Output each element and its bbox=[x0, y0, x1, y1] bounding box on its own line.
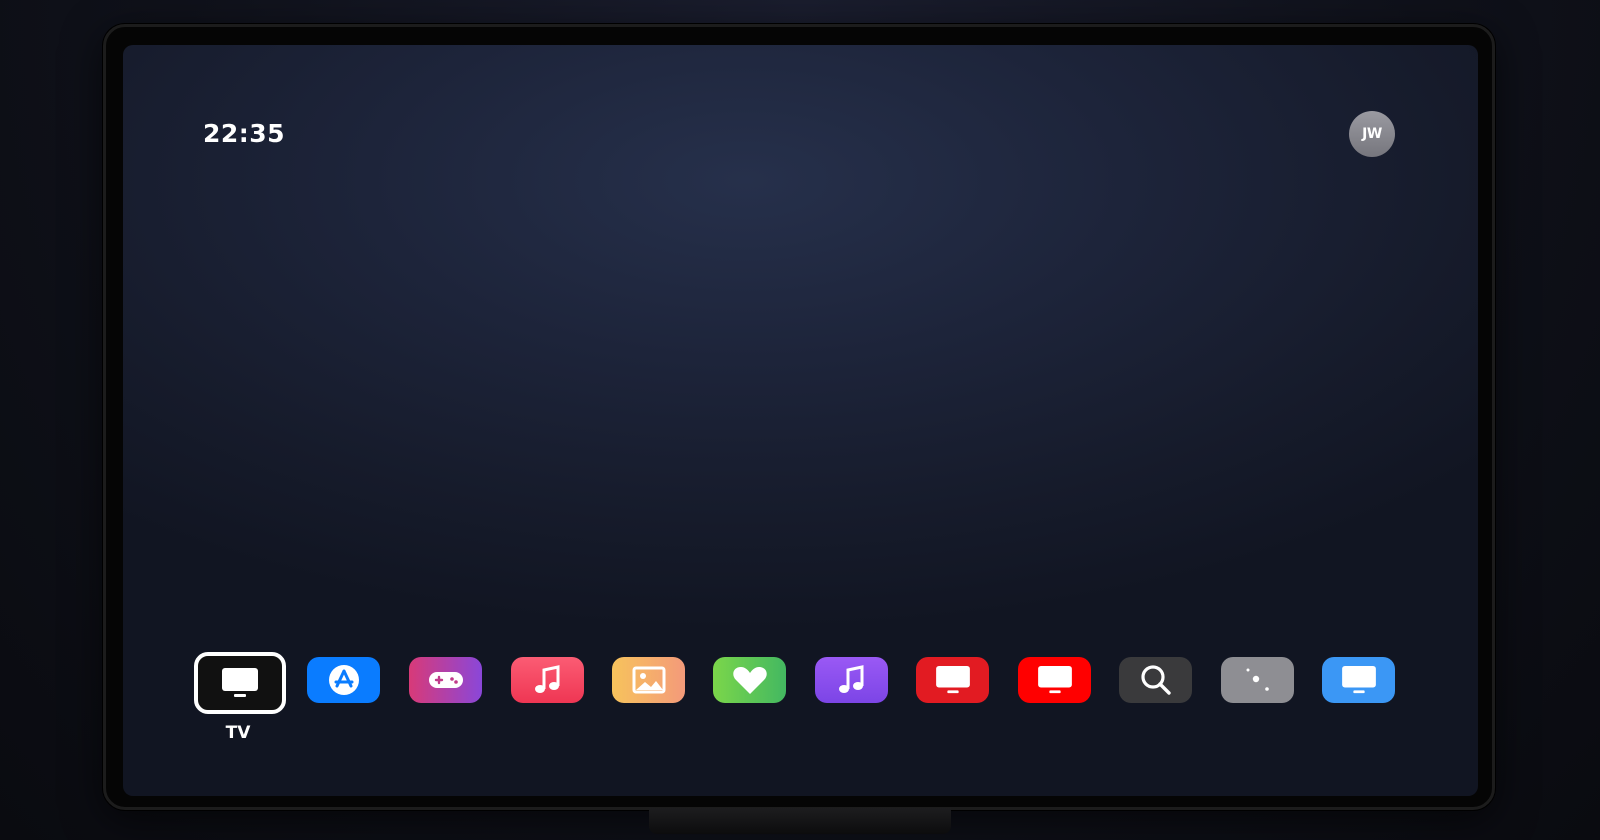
app-settings[interactable] bbox=[1221, 657, 1294, 703]
app-dock: TV bbox=[123, 652, 1478, 767]
app-store-icon bbox=[328, 664, 360, 696]
heart-icon bbox=[732, 665, 768, 695]
app-arcade[interactable] bbox=[409, 657, 482, 703]
app-tv-selected[interactable] bbox=[194, 652, 286, 714]
app-search[interactable] bbox=[1119, 657, 1192, 703]
app-music-purple[interactable] bbox=[815, 657, 888, 703]
tv-screen: 22:35 JW TV bbox=[123, 45, 1478, 796]
game-controller-icon bbox=[428, 669, 464, 691]
photos-icon bbox=[632, 666, 666, 694]
app-tv-red-2[interactable] bbox=[1018, 657, 1091, 703]
app-photos[interactable] bbox=[612, 657, 685, 703]
user-avatar[interactable]: JW bbox=[1349, 111, 1395, 157]
clock: 22:35 bbox=[203, 119, 286, 148]
settings-dots-icon bbox=[1242, 666, 1274, 694]
music-note-icon bbox=[533, 664, 563, 696]
tv-icon bbox=[1341, 665, 1377, 695]
tv-stand bbox=[649, 808, 951, 834]
app-music[interactable] bbox=[511, 657, 584, 703]
tv-icon bbox=[935, 665, 971, 695]
tv-icon bbox=[221, 667, 259, 699]
search-icon bbox=[1140, 664, 1172, 696]
app-app-store[interactable] bbox=[307, 657, 380, 703]
app-tv-red[interactable] bbox=[916, 657, 989, 703]
music-note-icon bbox=[837, 664, 867, 696]
app-tv-blue[interactable] bbox=[1322, 657, 1395, 703]
tv-icon bbox=[1037, 665, 1073, 695]
user-initials: JW bbox=[1362, 126, 1382, 142]
selected-app-label: TV bbox=[225, 723, 251, 743]
app-health[interactable] bbox=[713, 657, 786, 703]
